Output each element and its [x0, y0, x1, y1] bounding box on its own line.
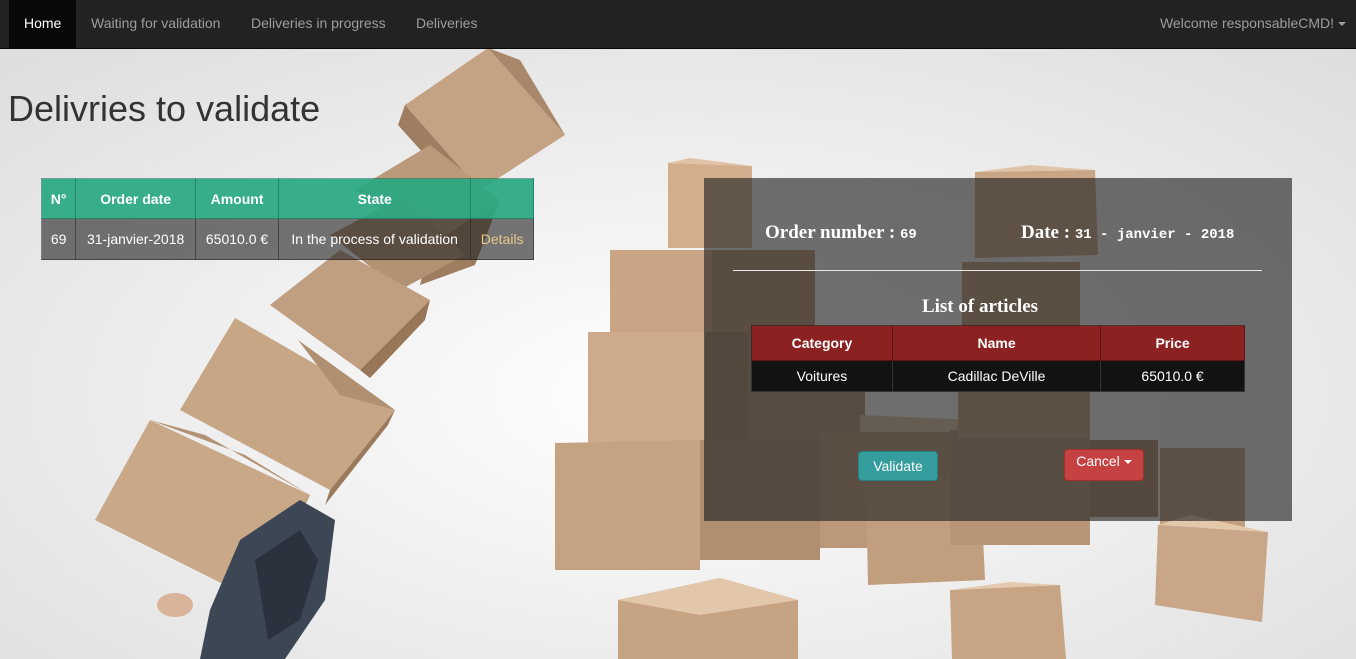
order-amount-cell: 65010.0 €: [194, 218, 280, 260]
chevron-down-icon: [1338, 22, 1346, 27]
order-actions-cell: Details: [470, 218, 534, 260]
chevron-down-icon: [1123, 460, 1132, 465]
nav-home[interactable]: Home: [9, 0, 77, 48]
order-number-value: 69: [899, 227, 917, 243]
user-menu[interactable]: Welcome responsableCMD!: [1160, 0, 1346, 48]
column-header-actions: [470, 178, 534, 219]
nav-deliveries[interactable]: Deliveries: [416, 0, 477, 48]
orders-table: N° Order date Amount State 69 31-janvier…: [40, 178, 534, 260]
order-date-cell: 31-janvier-2018: [75, 218, 196, 260]
page-title: Delivries to validate: [8, 88, 321, 129]
top-navbar: Home Waiting for validation Deliveries i…: [0, 0, 1356, 49]
table-row: Voitures Cadillac DeVille 65010.0 €: [751, 360, 1245, 392]
column-header-category: Category: [751, 325, 893, 361]
user-menu-label: Welcome responsableCMD!: [1159, 15, 1334, 31]
column-header-number: N°: [40, 178, 77, 219]
order-number: Order number : 69: [765, 222, 917, 244]
cancel-button-label: Cancel: [1076, 453, 1120, 469]
order-number-label: Order number :: [765, 222, 896, 243]
column-header-price: Price: [1100, 325, 1245, 361]
order-number-cell: 69: [40, 218, 77, 260]
column-header-state: State: [278, 178, 472, 219]
order-details-panel: Order number : 69 Date : 31 - janvier - …: [704, 178, 1292, 521]
articles-table-header-row: Category Name Price: [751, 325, 1245, 361]
column-header-order-date: Order date: [75, 178, 196, 219]
articles-title: List of articles: [921, 296, 1039, 317]
validate-button[interactable]: Validate: [858, 451, 938, 481]
details-link[interactable]: Details: [481, 231, 524, 247]
order-date: Date : 31 - janvier - 2018: [1021, 222, 1234, 244]
order-date-label: Date :: [1021, 222, 1071, 243]
column-header-amount: Amount: [194, 178, 280, 219]
orders-table-header-row: N° Order date Amount State: [40, 178, 534, 219]
article-category-cell: Voitures: [751, 360, 893, 392]
article-price-cell: 65010.0 €: [1100, 360, 1245, 392]
articles-table: Category Name Price Voitures Cadillac De…: [751, 325, 1245, 392]
order-date-value: 31 - janvier - 2018: [1074, 227, 1235, 243]
article-name-cell: Cadillac DeVille: [891, 360, 1102, 392]
nav-deliveries-in-progress[interactable]: Deliveries in progress: [251, 0, 386, 48]
table-row: 69 31-janvier-2018 65010.0 € In the proc…: [40, 218, 534, 260]
cancel-button[interactable]: Cancel: [1064, 449, 1144, 481]
nav-waiting-for-validation[interactable]: Waiting for validation: [91, 0, 220, 48]
divider: [733, 270, 1262, 271]
column-header-name: Name: [891, 325, 1102, 361]
order-state-cell: In the process of validation: [278, 218, 472, 260]
